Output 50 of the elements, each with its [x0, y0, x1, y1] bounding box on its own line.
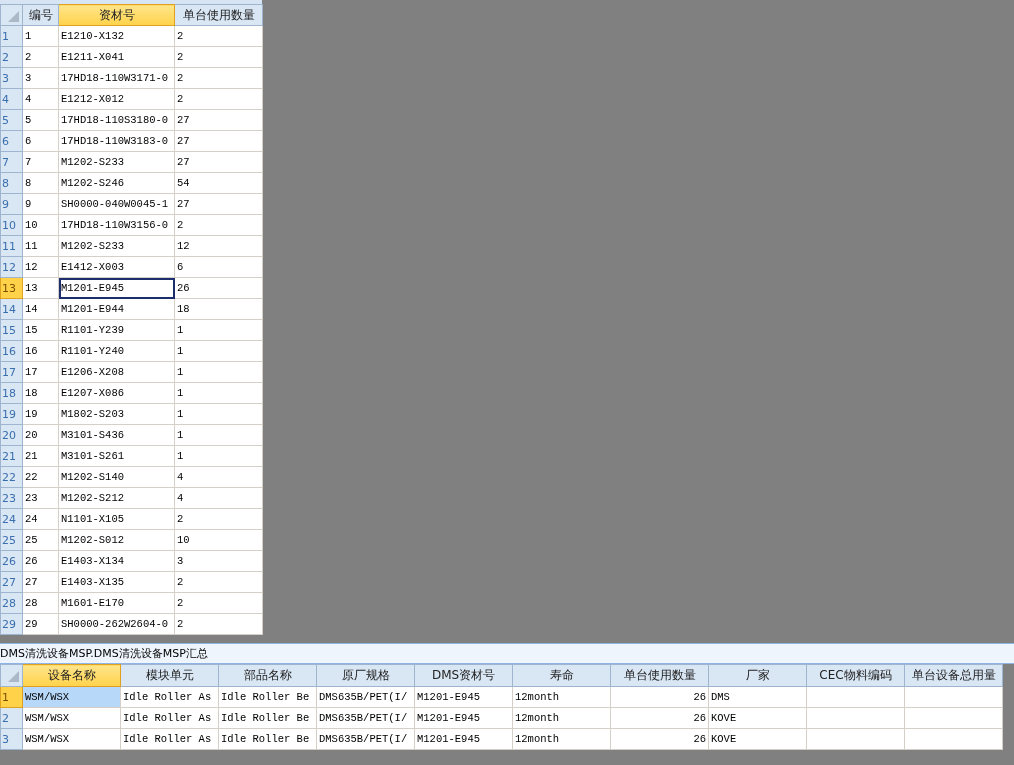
- column-header[interactable]: 单台使用数量: [610, 664, 709, 687]
- row-header[interactable]: 25: [0, 529, 23, 551]
- row-header[interactable]: 8: [0, 172, 23, 194]
- column-header[interactable]: 资材号: [58, 4, 175, 26]
- row-header[interactable]: 1: [0, 686, 23, 708]
- row-header[interactable]: 14: [0, 298, 23, 320]
- row-header[interactable]: 29: [0, 613, 23, 635]
- row-header[interactable]: 20: [0, 424, 23, 446]
- row-header[interactable]: 19: [0, 403, 23, 425]
- row-header[interactable]: 27: [0, 571, 23, 593]
- row-header[interactable]: 13: [0, 277, 23, 299]
- column-header[interactable]: 单台使用数量: [174, 4, 263, 26]
- row-header[interactable]: 17: [0, 361, 23, 383]
- row-header[interactable]: 24: [0, 508, 23, 530]
- row-header[interactable]: 28: [0, 592, 23, 614]
- grid-caption: DMS清洗设备MSP.DMS清洗设备MSP汇总: [0, 643, 1014, 664]
- row-header[interactable]: 26: [0, 550, 23, 572]
- column-header[interactable]: DMS资材号: [414, 664, 513, 687]
- corner-triangle-icon: [8, 671, 19, 682]
- column-header[interactable]: CEC物料编码: [806, 664, 905, 687]
- row-header[interactable]: 10: [0, 214, 23, 236]
- row-header[interactable]: 4: [0, 88, 23, 110]
- row-header[interactable]: 2: [0, 46, 23, 68]
- column-header[interactable]: 模块单元: [120, 664, 219, 687]
- row-header[interactable]: 23: [0, 487, 23, 509]
- row-header[interactable]: 12: [0, 256, 23, 278]
- corner-triangle-icon: [8, 10, 19, 22]
- select-all-corner[interactable]: [0, 4, 23, 26]
- row-header[interactable]: 11: [0, 235, 23, 257]
- column-header[interactable]: 设备名称: [22, 664, 121, 687]
- column-header[interactable]: 寿命: [512, 664, 611, 687]
- row-header[interactable]: 2: [0, 707, 23, 729]
- column-header[interactable]: 部品名称: [218, 664, 317, 687]
- row-header[interactable]: 18: [0, 382, 23, 404]
- column-header[interactable]: 原厂规格: [316, 664, 415, 687]
- row-header[interactable]: 3: [0, 728, 23, 750]
- row-header[interactable]: 15: [0, 319, 23, 341]
- row-header[interactable]: 16: [0, 340, 23, 362]
- select-all-corner[interactable]: [0, 664, 23, 687]
- row-header[interactable]: 22: [0, 466, 23, 488]
- row-header[interactable]: 9: [0, 193, 23, 215]
- row-header[interactable]: 21: [0, 445, 23, 467]
- row-header[interactable]: 5: [0, 109, 23, 131]
- row-header[interactable]: 7: [0, 151, 23, 173]
- row-header[interactable]: 1: [0, 25, 23, 47]
- column-header[interactable]: 单台设备总用量: [904, 664, 1003, 687]
- row-header[interactable]: 3: [0, 67, 23, 89]
- column-header[interactable]: 编号: [22, 4, 59, 26]
- row-header[interactable]: 6: [0, 130, 23, 152]
- column-header[interactable]: 厂家: [708, 664, 807, 687]
